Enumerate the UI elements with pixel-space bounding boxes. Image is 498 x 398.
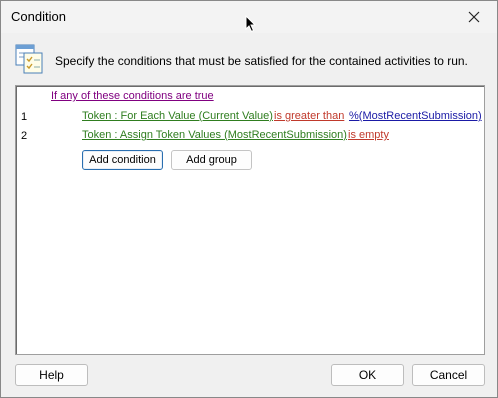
close-button[interactable] (451, 1, 497, 33)
condition-1-field-link[interactable]: Token : For Each Value (Current Value) (82, 110, 273, 122)
condition-2-operator-link[interactable]: is empty (348, 129, 389, 141)
group-logic-link[interactable]: If any of these conditions are true (51, 90, 214, 102)
cancel-button[interactable]: Cancel (412, 364, 485, 386)
close-icon (468, 11, 480, 23)
row-number-2: 2 (21, 130, 28, 142)
condition-2-field-link[interactable]: Token : Assign Token Values (MostRecentS… (82, 129, 347, 141)
row-number-1: 1 (21, 111, 28, 123)
conditions-panel: If any of these conditions are true 1 To… (15, 85, 485, 355)
header-description: Specify the conditions that must be sati… (55, 54, 468, 68)
add-condition-button[interactable]: Add condition (82, 150, 163, 170)
header-row: Specify the conditions that must be sati… (13, 43, 485, 77)
conditions-list-icon (15, 44, 43, 74)
ok-button[interactable]: OK (331, 364, 404, 386)
condition-1-value-link[interactable]: %(MostRecentSubmission) (349, 110, 482, 122)
help-button[interactable]: Help (15, 364, 88, 386)
window-title: Condition (11, 9, 66, 24)
mouse-pointer-icon (245, 15, 257, 33)
condition-dialog: Condition Specify the conditions that mu… (0, 0, 498, 398)
add-group-button[interactable]: Add group (171, 150, 252, 170)
condition-1-operator-link[interactable]: is greater than (274, 110, 344, 122)
